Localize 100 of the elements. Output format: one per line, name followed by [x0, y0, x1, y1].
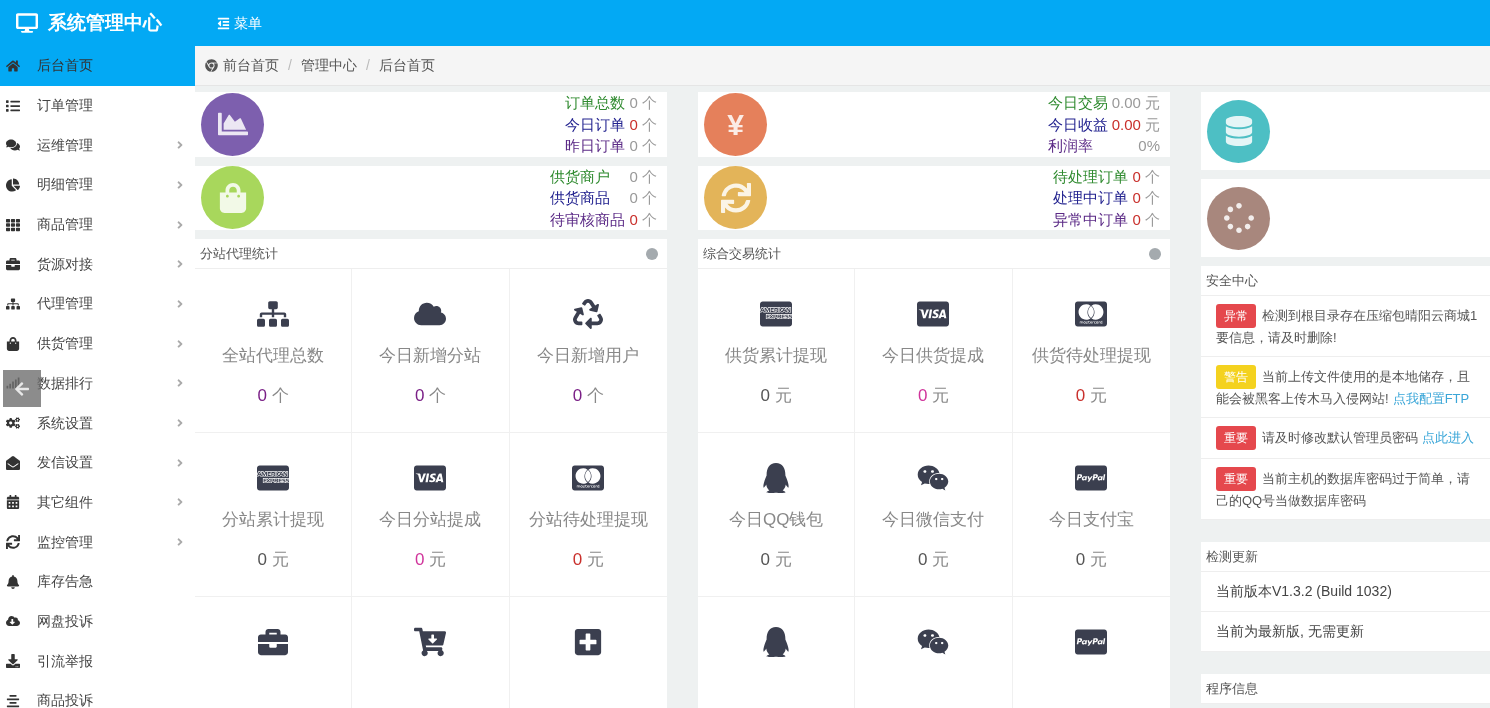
cloud-download-icon	[6, 614, 20, 629]
stat-value: 0 个	[629, 188, 657, 208]
amex-card-icon	[760, 299, 793, 329]
panel-title: 安全中心	[1206, 271, 1259, 290]
tile-label: 分站累计提现	[222, 509, 325, 531]
mastercard-icon	[1075, 299, 1108, 329]
stat-label: 处理中订单	[1053, 188, 1129, 208]
stat-value: 0 个	[629, 136, 657, 156]
stat-label: 今日交易	[1047, 93, 1108, 113]
paypal-card-icon	[1075, 463, 1108, 493]
list-icon	[6, 98, 20, 113]
alert-text: 请及时修改默认管理员密码	[1262, 429, 1418, 447]
gears-icon	[6, 416, 20, 431]
info-row-text: 当前版本V1.3.2 (Build 1032)	[1216, 582, 1392, 601]
info-row-text: 当前为最新版, 无需更新	[1216, 622, 1364, 641]
tile-label: 分站待处理提现	[528, 509, 648, 531]
alert-text: 要信息，请及时删除!	[1216, 329, 1337, 347]
tile-value: 0 个	[257, 384, 289, 407]
stat-value: 0 个	[629, 209, 657, 230]
stat-value: 0 个	[1132, 209, 1160, 230]
home-icon	[6, 58, 20, 73]
stat-value: 0 个	[1132, 166, 1160, 187]
tile-value: 0 元	[760, 548, 792, 571]
stat-label: 今日订单	[565, 114, 626, 135]
tile-label: 今日新增分站	[379, 345, 482, 367]
tile-value: 0 元	[257, 548, 289, 571]
menu-icon	[217, 16, 230, 30]
cart-icon	[414, 627, 447, 657]
tile-value: 0 元	[1075, 384, 1107, 407]
breadcrumb-separator: /	[288, 56, 292, 75]
pie-chart-icon	[6, 177, 20, 192]
breadcrumb-link[interactable]: 前台首页	[223, 55, 279, 76]
stat-label: 利润率	[1047, 136, 1094, 156]
align-center-icon	[6, 693, 20, 708]
chat-bubbles-icon	[917, 463, 950, 493]
stat-label: 供货商户	[550, 166, 612, 187]
chat-bubbles-icon	[917, 627, 950, 657]
alert-text: 当前主机的数据库密码过于简单，请	[1262, 470, 1470, 488]
tile-label: 全站代理总数	[222, 345, 325, 367]
tile-label: 今日供货提成	[882, 345, 985, 367]
mastercard-icon	[572, 463, 605, 493]
refresh-icon	[6, 535, 20, 550]
briefcase-icon	[6, 257, 20, 272]
database-icon	[1223, 116, 1254, 146]
tile-value: 0 个	[414, 384, 447, 407]
globe-icon	[205, 59, 218, 72]
org-chart-icon	[257, 299, 290, 329]
panel-title: 分站代理统计	[200, 244, 279, 263]
alert-text: 检测到根目录存在压缩包晴阳云商城1	[1262, 307, 1478, 325]
app-title: 系统管理中心	[48, 10, 162, 35]
panel-title: 综合交易统计	[703, 244, 782, 263]
tile-label: 供货待处理提现	[1031, 345, 1151, 367]
left-arrow-icon	[14, 380, 30, 397]
refresh-icon	[720, 182, 751, 213]
grid-icon	[6, 217, 20, 232]
alert-text: 能会被黑客上传木马入侵网站!	[1216, 390, 1389, 408]
stat-label: 待处理订单	[1053, 166, 1129, 187]
briefcase-icon	[257, 627, 290, 657]
alert-badge: 警告	[1216, 365, 1256, 389]
tile-label: 今日分站提成	[379, 509, 482, 531]
tile-value: 0 元	[1075, 548, 1107, 571]
alert-text: 当前上传文件使用的是本地储存，且	[1262, 368, 1470, 386]
breadcrumb-separator: /	[365, 56, 370, 75]
tile-value: 0 个	[572, 384, 604, 407]
sidebar-item[interactable]: 后台首页	[0, 46, 195, 86]
stat-value: 0%	[1137, 136, 1160, 156]
monitor-icon	[16, 13, 38, 33]
stat-value: 0 个	[629, 114, 657, 135]
tile-value: 0 元	[572, 548, 604, 571]
tile-value: 0 元	[917, 384, 950, 407]
stat-label: 待审核商品	[550, 209, 626, 230]
stat-label: 供货商品	[550, 188, 612, 208]
org-chart-icon	[6, 296, 20, 311]
alert-badge: 异常	[1216, 304, 1256, 328]
alert-badge: 重要	[1216, 426, 1256, 450]
stat-value: 0.00 元	[1111, 93, 1160, 113]
amex-card-icon	[257, 463, 290, 493]
chat-bubbles-icon	[6, 138, 20, 153]
visa-card-icon	[917, 299, 950, 329]
breadcrumb-link[interactable]: 管理中心	[300, 55, 357, 76]
bell-icon	[6, 574, 20, 589]
stat-value: 0 个	[629, 93, 657, 113]
recycle-icon	[572, 299, 605, 329]
download-icon	[6, 654, 20, 669]
visa-card-icon	[414, 463, 447, 493]
tile-label: 供货累计提现	[725, 345, 828, 367]
tile-label: 今日QQ钱包	[728, 509, 824, 531]
tile-label: 今日支付宝	[1048, 509, 1134, 531]
stat-value: 0.00 元	[1111, 114, 1160, 135]
tile-label: 今日新增用户	[537, 345, 640, 367]
tile-value: 0 元	[760, 384, 792, 407]
panel-title: 程序信息	[1206, 679, 1259, 698]
stat-value: 0 个	[1132, 188, 1160, 208]
stat-label: 订单总数	[565, 93, 626, 113]
yen-symbol: ¥	[727, 106, 744, 143]
envelope-icon	[6, 455, 20, 470]
shopping-bag-icon	[217, 182, 248, 213]
breadcrumb-link[interactable]: 后台首页	[378, 55, 435, 76]
spinner-icon	[1223, 203, 1254, 233]
tile-value: 0 元	[917, 548, 950, 571]
